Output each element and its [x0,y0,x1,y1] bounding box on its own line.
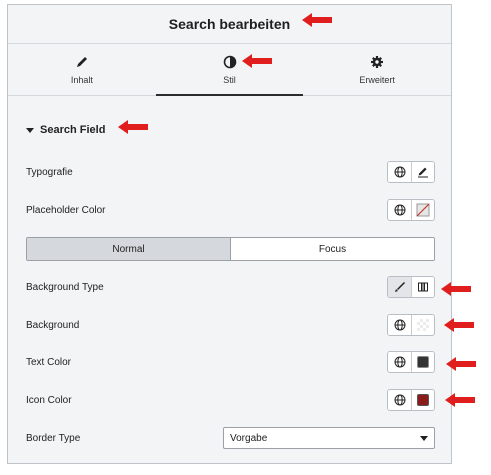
text-color-control: Text Color [26,350,435,374]
gear-icon [371,55,384,68]
tab-bar: Inhalt Stil Erweitert [8,44,451,96]
background-type-buttons [387,276,435,298]
background-type-label: Background Type [26,281,104,293]
border-type-label: Border Type [26,432,81,444]
background-control: Background [26,313,435,337]
typography-buttons [387,161,435,183]
icon-color-control: Icon Color [26,388,435,412]
globe-button[interactable] [388,390,411,410]
border-type-control: Border Type Vorgabe [26,426,435,450]
editor-panel: Search bearbeiten Inhalt Stil Erweitert … [7,4,452,464]
border-type-select[interactable]: Vorgabe [223,427,435,449]
typography-label: Typografie [26,166,73,178]
globe-icon [394,166,405,178]
typography-edit-button[interactable] [411,162,434,182]
tab-content[interactable]: Inhalt [8,44,156,95]
placeholder-color-swatch[interactable] [411,200,434,220]
contrast-icon [223,55,236,68]
tab-advanced[interactable]: Erweitert [303,44,451,95]
placeholder-color-buttons [387,199,435,221]
section-title: Search Field [40,124,106,136]
caret-down-icon [26,127,34,133]
globe-button[interactable] [388,162,411,182]
red-arrow-icon [302,13,332,27]
pencil-icon [418,167,428,178]
gradient-icon [418,282,428,292]
globe-button[interactable] [388,315,411,335]
no-color-swatch-icon [416,203,430,217]
red-arrow-icon [118,120,148,134]
focus-state-button[interactable]: Focus [230,238,434,260]
red-arrow-icon [441,282,471,296]
state-toggle: Normal Focus [26,237,435,261]
icon-color-label: Icon Color [26,394,72,406]
panel-header: Search bearbeiten [8,5,451,44]
pencil-icon [76,56,87,67]
globe-icon [394,394,405,406]
red-arrow-icon [445,393,475,407]
section-toggle[interactable]: Search Field [26,124,105,136]
background-color-swatch[interactable] [411,315,434,335]
typography-control: Typografie [26,160,435,184]
transparent-swatch-icon [417,319,429,331]
gradient-background-button[interactable] [411,277,434,297]
red-arrow-icon [444,318,474,332]
globe-icon [394,356,405,368]
tab-label: Stil [223,74,236,85]
globe-button[interactable] [388,200,411,220]
normal-state-button[interactable]: Normal [27,238,230,260]
classic-background-button[interactable] [388,277,411,297]
text-color-label: Text Color [26,356,72,368]
background-type-control: Background Type [26,275,435,299]
page-title: Search bearbeiten [168,16,291,32]
placeholder-color-label: Placeholder Color [26,204,106,216]
tab-style[interactable]: Stil [155,44,304,96]
globe-button[interactable] [388,352,411,372]
background-label: Background [26,319,80,331]
red-arrow-icon [242,54,272,68]
tab-label: Inhalt [70,74,93,85]
chevron-down-icon [420,435,428,441]
icon-color-swatch[interactable] [411,390,434,410]
globe-icon [394,204,405,216]
globe-icon [394,319,405,331]
tab-label: Erweitert [359,74,395,85]
border-type-value: Vorgabe [230,432,268,444]
placeholder-color-control: Placeholder Color [26,198,435,222]
color-swatch-icon [417,394,429,406]
text-color-buttons [387,351,435,373]
icon-color-buttons [387,389,435,411]
red-arrow-icon [446,357,476,371]
background-buttons [387,314,435,336]
color-swatch-icon [417,356,429,368]
text-color-swatch[interactable] [411,352,434,372]
brush-icon [394,281,405,292]
